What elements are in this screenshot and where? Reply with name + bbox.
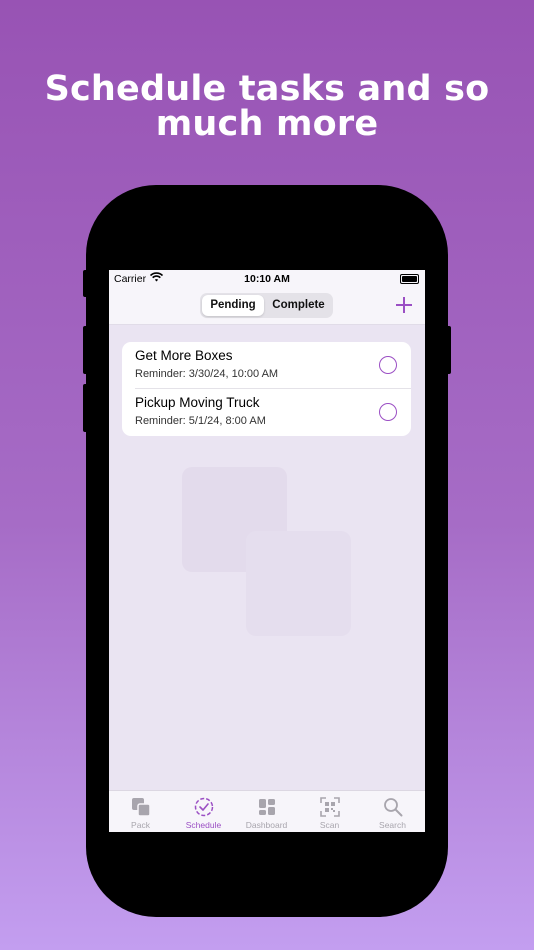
grid-icon xyxy=(259,799,275,815)
complete-circle-icon[interactable] xyxy=(379,356,397,374)
watermark-box-front xyxy=(246,531,351,636)
status-bar: Carrier 10:10 AM xyxy=(109,270,425,288)
nav-bar: Pending Complete xyxy=(109,288,425,325)
volume-up-button xyxy=(83,326,89,374)
headline: Schedule tasks and so much more xyxy=(0,72,534,142)
segment-complete[interactable]: Complete xyxy=(266,295,331,316)
headline-line-1: Schedule tasks and so xyxy=(44,69,490,109)
status-segmented-control: Pending Complete xyxy=(200,293,333,318)
mute-switch xyxy=(83,270,89,297)
clock-check-icon xyxy=(194,797,214,817)
segment-pending[interactable]: Pending xyxy=(202,295,264,316)
tab-search[interactable]: Search xyxy=(361,791,424,832)
complete-circle-icon[interactable] xyxy=(379,403,397,421)
tab-label: Scan xyxy=(319,820,340,830)
search-icon xyxy=(384,798,403,817)
qr-scan-icon xyxy=(320,797,340,817)
tab-bar: Pack Schedule Dashboard Scan Search xyxy=(109,790,425,832)
task-title: Get More Boxes xyxy=(135,348,233,363)
tab-schedule[interactable]: Schedule xyxy=(172,791,235,832)
tab-scan[interactable]: Scan xyxy=(298,791,361,832)
app-screen: Carrier 10:10 AM Pending Complete Get Mo… xyxy=(109,270,425,832)
tab-label: Search xyxy=(379,820,406,830)
tab-pack[interactable]: Pack xyxy=(109,791,172,832)
headline-line-2: much more xyxy=(155,104,379,144)
task-reminder: Reminder: 3/30/24, 10:00 AM xyxy=(135,368,279,380)
tab-label: Schedule xyxy=(185,820,222,830)
task-reminder: Reminder: 5/1/24, 8:00 AM xyxy=(135,415,266,427)
tab-dashboard[interactable]: Dashboard xyxy=(235,791,298,832)
task-row[interactable]: Get More Boxes Reminder: 3/30/24, 10:00 … xyxy=(122,342,411,389)
volume-down-button xyxy=(83,384,89,432)
battery-icon xyxy=(400,274,419,284)
tab-label: Pack xyxy=(131,820,150,830)
task-row[interactable]: Pickup Moving Truck Reminder: 5/1/24, 8:… xyxy=(122,389,411,436)
power-button xyxy=(445,326,451,374)
tab-label: Dashboard xyxy=(245,820,288,830)
status-time: 10:10 AM xyxy=(244,273,290,285)
boxes-icon xyxy=(132,798,151,817)
task-list: Get More Boxes Reminder: 3/30/24, 10:00 … xyxy=(122,342,411,436)
plus-icon[interactable] xyxy=(395,296,413,314)
task-title: Pickup Moving Truck xyxy=(135,395,260,410)
